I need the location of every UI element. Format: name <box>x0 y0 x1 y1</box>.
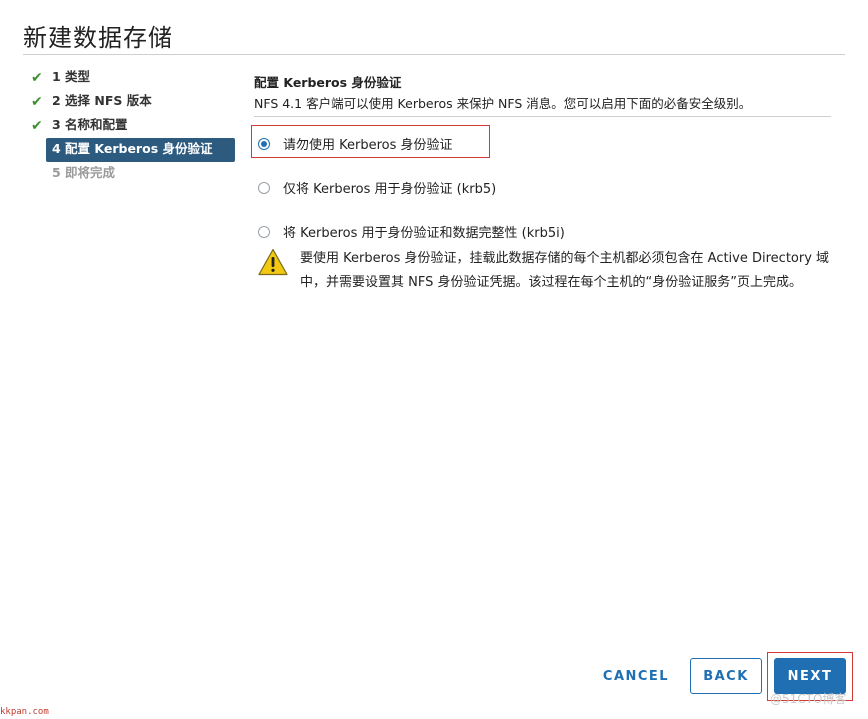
step-label: 1 类型 <box>52 69 91 84</box>
step-label: 5 即将完成 <box>52 165 116 180</box>
warning-icon <box>258 248 288 276</box>
dialog-title: 新建数据存储 <box>23 24 173 52</box>
step-kerberos-auth[interactable]: 4 配置 Kerberos 身份验证 <box>46 138 235 162</box>
option-krb5[interactable]: 仅将 Kerberos 用于身份验证 (krb5) <box>258 178 496 197</box>
section-description: NFS 4.1 客户端可以使用 Kerberos 来保护 NFS 消息。您可以启… <box>254 96 752 111</box>
watermark-right: @51CTO博客 <box>770 692 847 706</box>
step-nfs-version[interactable]: ✔ 2 选择 NFS 版本 <box>28 90 238 114</box>
radio-button[interactable] <box>258 181 270 194</box>
option-krb5i[interactable]: 将 Kerberos 用于身份验证和数据完整性 (krb5i) <box>258 222 565 241</box>
step-label: 3 名称和配置 <box>52 117 128 132</box>
step-label: 2 选择 NFS 版本 <box>52 93 152 108</box>
radio-button[interactable] <box>258 225 270 238</box>
checkmark-icon: ✔ <box>31 118 43 134</box>
wizard-steps: ✔ 1 类型 ✔ 2 选择 NFS 版本 ✔ 3 名称和配置 4 配置 Kerb… <box>28 66 238 186</box>
checkmark-icon: ✔ <box>31 70 43 86</box>
back-button[interactable]: BACK <box>690 658 762 694</box>
step-label: 4 配置 Kerberos 身份验证 <box>52 141 213 156</box>
option-no-kerberos[interactable]: 请勿使用 Kerberos 身份验证 <box>258 134 453 153</box>
title-divider <box>23 54 845 55</box>
watermark-left: kkpan.com <box>0 707 49 717</box>
cancel-button[interactable]: CANCEL <box>600 658 672 694</box>
radio-button-selected[interactable] <box>258 137 270 150</box>
option-label: 仅将 Kerberos 用于身份验证 (krb5) <box>283 182 497 197</box>
new-datastore-dialog: 新建数据存储 ✔ 1 类型 ✔ 2 选择 NFS 版本 ✔ 3 名称和配置 4 … <box>0 0 868 719</box>
step-ready-to-complete: 5 即将完成 <box>28 162 238 186</box>
warning-message: 要使用 Kerberos 身份验证，挂载此数据存储的每个主机都必须包含在 Act… <box>300 251 830 290</box>
checkmark-icon: ✔ <box>31 94 43 110</box>
option-label: 请勿使用 Kerberos 身份验证 <box>283 138 453 153</box>
step-type[interactable]: ✔ 1 类型 <box>28 66 238 90</box>
next-button[interactable]: NEXT <box>774 658 846 694</box>
step-name-config[interactable]: ✔ 3 名称和配置 <box>28 114 238 138</box>
option-label: 将 Kerberos 用于身份验证和数据完整性 (krb5i) <box>283 226 565 241</box>
section-divider <box>254 116 831 117</box>
section-title: 配置 Kerberos 身份验证 <box>254 75 402 90</box>
